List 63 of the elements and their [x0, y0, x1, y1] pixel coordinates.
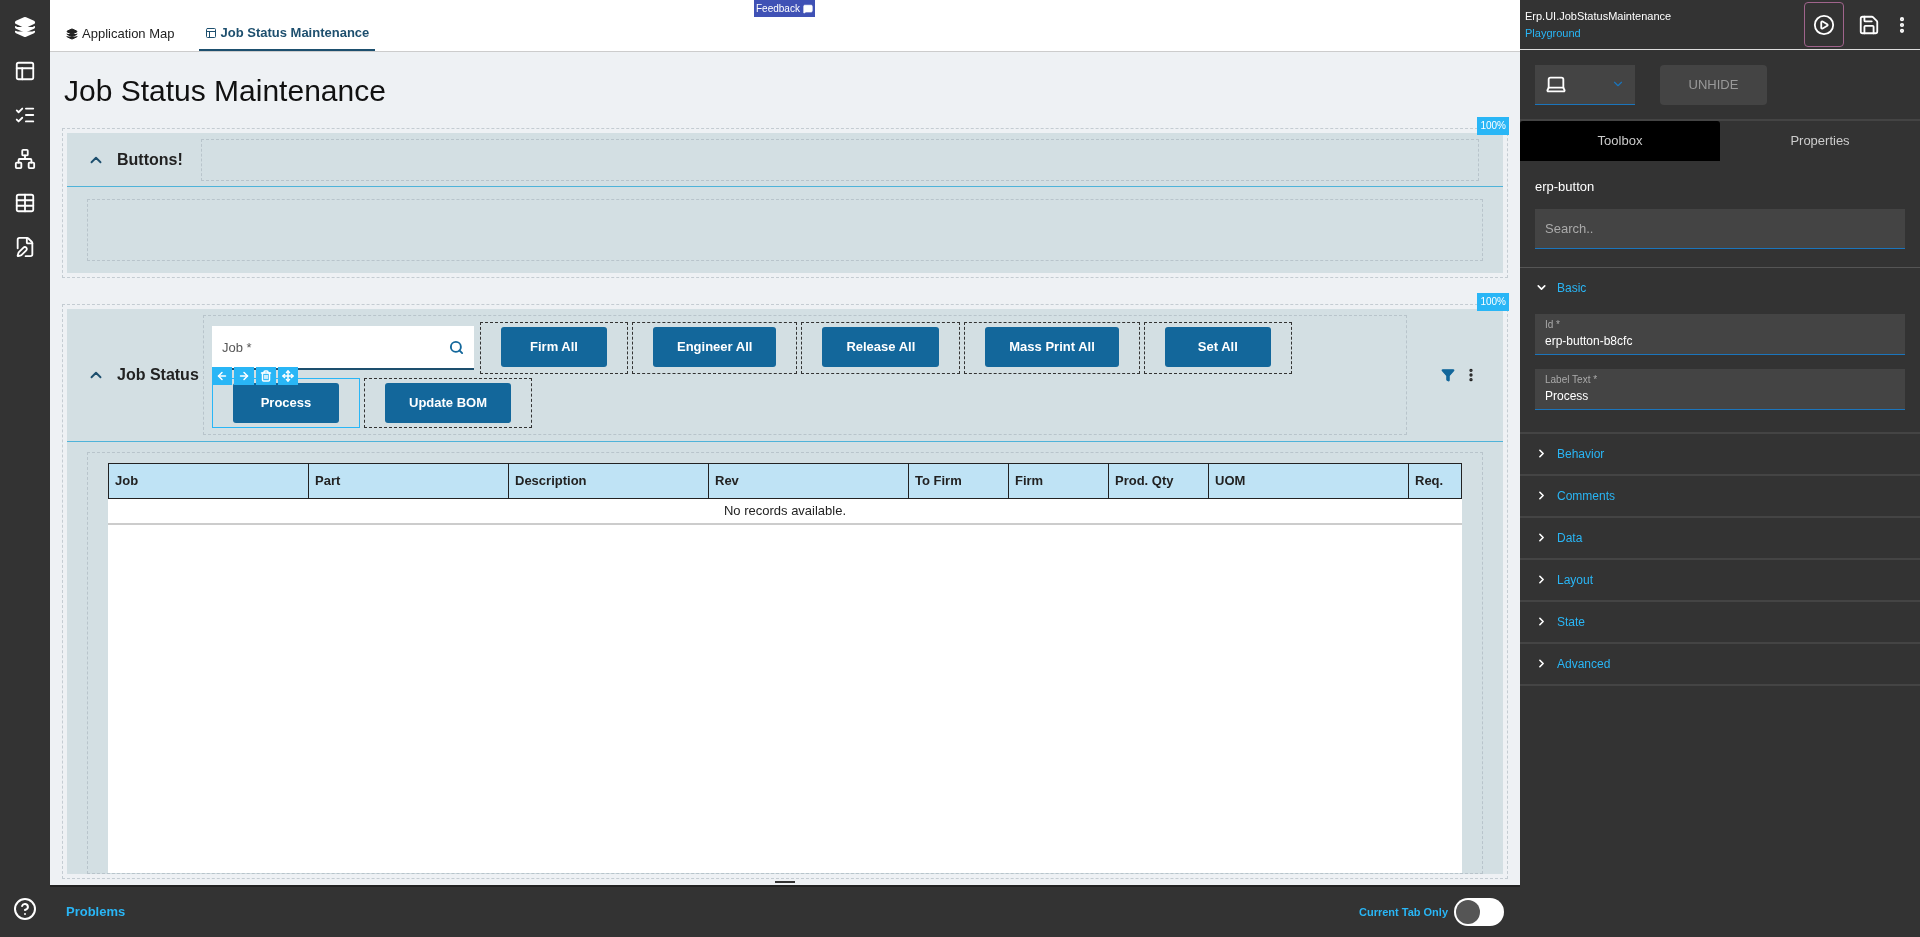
- device-select[interactable]: [1535, 64, 1635, 105]
- empty-message: No records available.: [723, 502, 847, 521]
- component-name: erp-button: [1535, 178, 1596, 196]
- column-header[interactable]: Firm: [1009, 464, 1109, 498]
- comment-icon: [802, 3, 813, 14]
- field-label: Label Text *: [1545, 373, 1599, 387]
- play-button[interactable]: [1804, 2, 1844, 47]
- panel-tab[interactable]: Toolbox: [1520, 121, 1720, 161]
- layers-icon[interactable]: [14, 16, 36, 38]
- layout-icon: [204, 27, 217, 39]
- filter-icon[interactable]: [1441, 368, 1455, 382]
- field-label: Id *: [1545, 318, 1561, 332]
- job-field[interactable]: Job *: [212, 326, 474, 370]
- feedback-badge[interactable]: Feedback: [754, 0, 815, 17]
- zoom-badge: 100%: [1477, 293, 1509, 311]
- action-button[interactable]: Engineer All: [653, 327, 777, 367]
- table-icon[interactable]: [14, 192, 36, 214]
- play-icon: [1813, 13, 1835, 36]
- zoom-badge: 100%: [1477, 117, 1509, 135]
- action-button[interactable]: Release All: [822, 327, 940, 367]
- designer-subtitle: Playground: [1525, 25, 1582, 41]
- column-header[interactable]: Job: [109, 464, 309, 498]
- action-button[interactable]: Process: [233, 383, 339, 423]
- section-header[interactable]: Comments: [1520, 475, 1920, 516]
- layout-icon[interactable]: [14, 60, 36, 82]
- designer-title: Erp.UI.JobStatusMaintenance: [1525, 9, 1673, 24]
- field-value: Process: [1545, 388, 1590, 405]
- section-header[interactable]: State: [1520, 601, 1920, 642]
- action-button[interactable]: Mass Print All: [985, 327, 1119, 367]
- section-header[interactable]: Advanced: [1520, 643, 1920, 684]
- action-button[interactable]: Update BOM: [385, 383, 511, 423]
- page-title: Job Status Maintenance: [64, 72, 386, 109]
- field-value: erp-button-b8cfc: [1545, 333, 1634, 350]
- search-icon[interactable]: [449, 340, 464, 355]
- property-field[interactable]: Label Text * Process: [1535, 368, 1905, 410]
- column-header[interactable]: Req.: [1409, 464, 1453, 498]
- column-header[interactable]: Description: [509, 464, 709, 498]
- search-field[interactable]: Search..: [1535, 208, 1905, 249]
- toggle-label: Current Tab Only: [1358, 904, 1448, 920]
- panel-tab[interactable]: Properties: [1720, 121, 1920, 161]
- action-button[interactable]: Set All: [1164, 327, 1271, 367]
- layers-icon: [66, 28, 78, 40]
- column-header[interactable]: Rev: [709, 464, 909, 498]
- panel-title: Buttons!: [117, 149, 184, 170]
- toggle-switch[interactable]: [1454, 898, 1504, 926]
- problems-link[interactable]: Problems: [66, 902, 126, 922]
- section-header[interactable]: Basic: [1520, 267, 1920, 308]
- section-header[interactable]: Layout: [1520, 559, 1920, 600]
- drag-handle[interactable]: [775, 881, 795, 883]
- section-header[interactable]: Behavior: [1520, 433, 1920, 474]
- column-header[interactable]: Part: [309, 464, 509, 498]
- panel-title: Job Status: [117, 365, 197, 385]
- column-header[interactable]: UOM: [1209, 464, 1409, 498]
- help-icon[interactable]: [13, 897, 37, 921]
- property-field[interactable]: Id * erp-button-b8cfc: [1535, 313, 1905, 355]
- section-header[interactable]: Data: [1520, 517, 1920, 558]
- diagram-icon[interactable]: [14, 148, 36, 170]
- save-icon[interactable]: [1858, 13, 1880, 36]
- action-button[interactable]: Firm All: [501, 327, 607, 367]
- column-header[interactable]: To Firm: [909, 464, 1009, 498]
- document-edit-icon[interactable]: [14, 236, 36, 258]
- tab[interactable]: Application Map: [60, 17, 181, 51]
- column-header[interactable]: Prod. Qty: [1109, 464, 1209, 498]
